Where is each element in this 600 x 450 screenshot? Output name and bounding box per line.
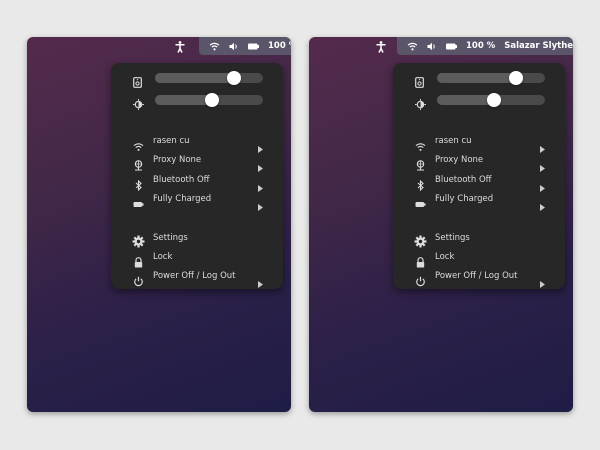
- brightness-slider-knob[interactable]: [205, 93, 220, 107]
- volume-slider[interactable]: [437, 71, 545, 85]
- menu-item-battery[interactable]: Fully Charged: [111, 192, 283, 211]
- wifi-icon: [209, 42, 220, 51]
- brightness-slider-row: [111, 92, 283, 110]
- gear-icon: [414, 233, 427, 248]
- menu-item-label: Bluetooth Off: [435, 175, 492, 185]
- speaker-icon: [133, 73, 142, 92]
- lock-icon: [133, 253, 144, 268]
- menu-item-battery[interactable]: Fully Charged: [393, 192, 565, 211]
- battery-icon: [415, 195, 426, 207]
- volume-slider-row: [393, 70, 565, 88]
- battery-icon: [248, 43, 259, 50]
- wifi-icon: [407, 42, 418, 51]
- battery-percent: 100 %: [466, 41, 496, 51]
- power-icon: [415, 272, 426, 287]
- menu-item-label: Settings: [435, 233, 470, 243]
- chevron-right-icon: [258, 273, 263, 292]
- brightness-slider[interactable]: [155, 93, 263, 107]
- chevron-right-icon: [258, 196, 263, 215]
- bluetooth-icon: [415, 176, 426, 192]
- user-name: Salazar Slytherin: [504, 41, 573, 51]
- brightness-slider[interactable]: [437, 93, 545, 107]
- power-icon: [133, 272, 144, 287]
- volume-slider-row: [111, 70, 283, 88]
- menu-item-label: Proxy None: [435, 155, 484, 165]
- menu-item-power[interactable]: Power Off / Log Out: [393, 269, 565, 288]
- volume-slider[interactable]: [155, 71, 263, 85]
- volume-slider-fill: [155, 73, 234, 83]
- top-bar: 100 % Salazar Slytherin: [309, 37, 573, 55]
- accessibility-icon[interactable]: [173, 39, 187, 53]
- top-bar: 100 %: [27, 37, 291, 55]
- system-menu: rasen cu Proxy None Bluetooth Off Fully …: [393, 63, 565, 289]
- battery-icon: [133, 195, 144, 207]
- menu-item-proxy[interactable]: Proxy None: [111, 153, 283, 172]
- desktop-screen-right: 100 % Salazar Slytherin: [309, 37, 573, 412]
- battery-icon: [446, 43, 457, 50]
- battery-percent: 100 %: [268, 41, 291, 51]
- menu-item-label: rasen cu: [153, 136, 190, 146]
- menu-item-proxy[interactable]: Proxy None: [393, 153, 565, 172]
- volume-slider-knob[interactable]: [226, 71, 241, 85]
- menu-item-label: Lock: [153, 252, 173, 262]
- menu-item-label: Bluetooth Off: [153, 175, 210, 185]
- volume-icon: [427, 42, 437, 51]
- menu-item-wifi[interactable]: rasen cu: [393, 134, 565, 153]
- menu-item-wifi[interactable]: rasen cu: [111, 134, 283, 153]
- volume-slider-fill: [437, 73, 516, 83]
- lock-icon: [415, 253, 426, 268]
- proxy-icon: [415, 156, 426, 171]
- menu-item-label: Lock: [435, 252, 455, 262]
- system-tray[interactable]: 100 %: [199, 37, 291, 55]
- menu-item-bluetooth[interactable]: Bluetooth Off: [111, 173, 283, 192]
- chevron-right-icon: [540, 196, 545, 215]
- gear-icon: [132, 233, 145, 248]
- wifi-icon: [133, 137, 144, 151]
- brightness-icon: [133, 95, 144, 114]
- wifi-icon: [415, 137, 426, 151]
- menu-item-lock[interactable]: Lock: [111, 250, 283, 268]
- menu-item-settings[interactable]: Settings: [111, 231, 283, 248]
- brightness-slider-row: [393, 92, 565, 110]
- brightness-slider-knob[interactable]: [487, 93, 502, 107]
- system-tray[interactable]: 100 % Salazar Slytherin: [397, 37, 573, 55]
- brightness-slider-fill: [437, 95, 495, 105]
- brightness-icon: [415, 95, 426, 114]
- menu-item-label: Power Off / Log Out: [435, 271, 518, 281]
- menu-item-label: Settings: [153, 233, 188, 243]
- menu-item-label: rasen cu: [435, 136, 472, 146]
- system-menu: rasen cu Proxy None Bluetooth Off Fully …: [111, 63, 283, 289]
- speaker-icon: [415, 73, 424, 92]
- menu-item-bluetooth[interactable]: Bluetooth Off: [393, 173, 565, 192]
- menu-item-settings[interactable]: Settings: [393, 231, 565, 248]
- menu-item-power[interactable]: Power Off / Log Out: [111, 269, 283, 288]
- menu-item-label: Proxy None: [153, 155, 202, 165]
- volume-slider-knob[interactable]: [508, 71, 523, 85]
- accessibility-icon[interactable]: [374, 39, 388, 53]
- menu-item-lock[interactable]: Lock: [393, 250, 565, 268]
- menu-item-label: Fully Charged: [153, 194, 212, 204]
- proxy-icon: [133, 156, 144, 171]
- volume-icon: [229, 42, 239, 51]
- chevron-right-icon: [540, 273, 545, 292]
- desktop-screen-left: 100 % rasen cu: [27, 37, 291, 412]
- bluetooth-icon: [133, 176, 144, 192]
- brightness-slider-fill: [155, 95, 213, 105]
- menu-item-label: Fully Charged: [435, 194, 494, 204]
- menu-item-label: Power Off / Log Out: [153, 271, 236, 281]
